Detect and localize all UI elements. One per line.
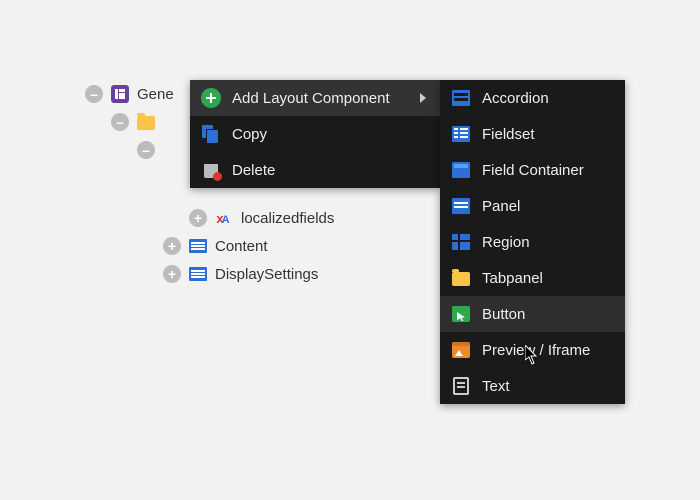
menu-label: Field Container bbox=[482, 162, 611, 179]
menu-label: Button bbox=[482, 306, 611, 323]
button-icon bbox=[452, 306, 470, 322]
expand-icon[interactable] bbox=[163, 237, 181, 255]
folder-icon bbox=[137, 116, 155, 130]
copy-icon bbox=[202, 125, 220, 143]
menu-item-add-layout[interactable]: Add Layout Component bbox=[190, 80, 440, 116]
layout-icon bbox=[111, 85, 129, 103]
tree-item-content[interactable]: Content bbox=[85, 232, 334, 260]
trash-icon bbox=[203, 161, 219, 179]
text-icon bbox=[453, 377, 469, 395]
panel-icon bbox=[452, 198, 470, 214]
region-icon bbox=[452, 234, 470, 250]
submenu-button[interactable]: Button bbox=[440, 296, 625, 332]
preview-icon bbox=[452, 342, 470, 358]
menu-item-copy[interactable]: Copy bbox=[190, 116, 440, 152]
menu-label: Delete bbox=[232, 162, 426, 179]
submenu-tabpanel[interactable]: Tabpanel bbox=[440, 260, 625, 296]
context-menu: Add Layout Component Copy Delete bbox=[190, 80, 440, 188]
submenu-field-container[interactable]: Field Container bbox=[440, 152, 625, 188]
menu-label: Add Layout Component bbox=[232, 90, 400, 107]
panel-icon bbox=[189, 267, 207, 281]
menu-label: Fieldset bbox=[482, 126, 611, 143]
menu-label: Panel bbox=[482, 198, 611, 215]
menu-label: Copy bbox=[232, 126, 426, 143]
menu-label: Preview / Iframe bbox=[482, 342, 611, 359]
menu-item-delete[interactable]: Delete bbox=[190, 152, 440, 188]
submenu-text[interactable]: Text bbox=[440, 368, 625, 404]
chevron-right-icon bbox=[420, 93, 426, 103]
menu-label: Accordion bbox=[482, 90, 611, 107]
expand-icon[interactable] bbox=[189, 209, 207, 227]
tree-label: localizedfields bbox=[241, 210, 334, 227]
tree-label: DisplaySettings bbox=[215, 266, 318, 283]
menu-label: Tabpanel bbox=[482, 270, 611, 287]
fieldset-icon bbox=[452, 126, 470, 142]
menu-label: Region bbox=[482, 234, 611, 251]
collapse-icon[interactable] bbox=[111, 113, 129, 131]
tree-item-display[interactable]: DisplaySettings bbox=[85, 260, 334, 288]
localized-icon: x bbox=[215, 209, 233, 227]
tree-label: Gene bbox=[137, 86, 174, 103]
cursor-icon bbox=[525, 345, 539, 365]
submenu-fieldset[interactable]: Fieldset bbox=[440, 116, 625, 152]
accordion-icon bbox=[452, 90, 470, 106]
expand-icon[interactable] bbox=[163, 265, 181, 283]
tree-item-localized[interactable]: x localizedfields bbox=[85, 204, 334, 232]
panel-icon bbox=[189, 239, 207, 253]
plus-icon bbox=[201, 88, 221, 108]
submenu-region[interactable]: Region bbox=[440, 224, 625, 260]
tabpanel-icon bbox=[452, 272, 470, 286]
collapse-icon[interactable] bbox=[85, 85, 103, 103]
submenu-accordion[interactable]: Accordion bbox=[440, 80, 625, 116]
container-icon bbox=[452, 162, 470, 178]
collapse-icon[interactable] bbox=[137, 141, 155, 159]
menu-label: Text bbox=[482, 378, 611, 395]
submenu-panel[interactable]: Panel bbox=[440, 188, 625, 224]
tree-label: Content bbox=[215, 238, 268, 255]
